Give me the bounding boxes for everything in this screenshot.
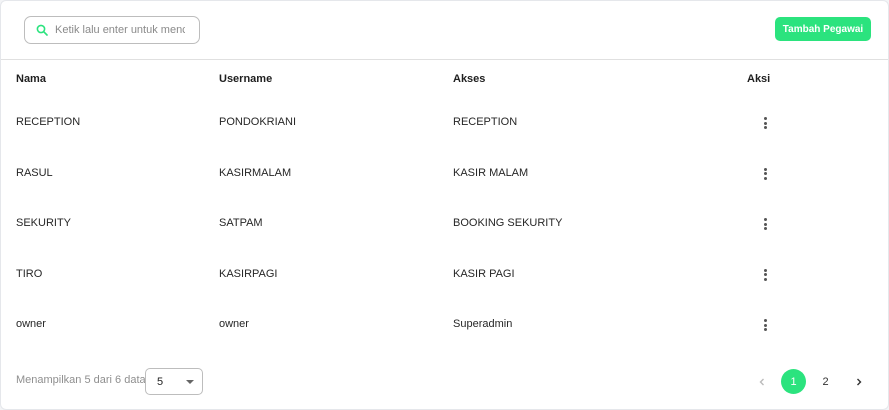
cell-nama: TIRO [16, 267, 43, 280]
table-row: SEKURITY SATPAM BOOKING SEKURITY [1, 198, 888, 249]
cell-aksi [747, 97, 888, 148]
more-vertical-icon[interactable] [755, 164, 775, 184]
search-icon [36, 24, 48, 36]
page-button-2[interactable]: 2 [813, 369, 838, 394]
cell-aksi [747, 299, 888, 350]
employee-table: Nama Username Akses Aksi RECEPTION PONDO… [1, 61, 888, 350]
column-header-akses: Akses [453, 73, 486, 85]
more-vertical-icon[interactable] [755, 265, 775, 285]
cell-nama: RECEPTION [16, 116, 81, 129]
cell-aksi [747, 148, 888, 199]
caret-down-icon [186, 380, 194, 384]
cell-aksi [747, 198, 888, 249]
column-header-nama: Nama [16, 73, 46, 85]
table-row: RECEPTION PONDOKRIANI RECEPTION [1, 97, 888, 148]
table-row: owner owner Superadmin [1, 299, 888, 350]
more-vertical-icon[interactable] [755, 113, 775, 133]
column-header-username: Username [219, 73, 273, 85]
cell-username: PONDOKRIANI [219, 116, 297, 129]
employee-card: Tambah Pegawai Nama Username Akses Aksi … [0, 0, 889, 410]
table-row: TIRO KASIRPAGI KASIR PAGI [1, 249, 888, 300]
cell-aksi [747, 249, 888, 300]
cell-username: KASIRPAGI [219, 267, 278, 280]
search-input[interactable] [55, 24, 185, 36]
toolbar: Tambah Pegawai [1, 1, 888, 60]
more-vertical-icon[interactable] [755, 315, 775, 335]
add-employee-button[interactable]: Tambah Pegawai [775, 17, 871, 41]
search-box[interactable] [24, 16, 200, 44]
page-size-value: 5 [157, 375, 164, 388]
cell-username: SATPAM [219, 217, 263, 230]
table-row: RASUL KASIRMALAM KASIR MALAM [1, 148, 888, 199]
cell-nama: owner [16, 318, 46, 331]
cell-akses: Superadmin [453, 318, 513, 331]
cell-username: owner [219, 318, 249, 331]
page-size-select[interactable]: 5 [145, 368, 203, 395]
column-header-aksi: Aksi [747, 73, 771, 85]
chevron-right-icon [856, 378, 861, 385]
prev-page-button[interactable] [749, 369, 774, 394]
cell-nama: RASUL [16, 166, 53, 179]
cell-akses: BOOKING SEKURITY [453, 217, 563, 230]
cell-akses: KASIR MALAM [453, 166, 529, 179]
pagination-info: Menampilkan 5 dari 6 data [16, 374, 146, 386]
table-header-row: Nama Username Akses Aksi [1, 61, 888, 97]
cell-username: KASIRMALAM [219, 166, 292, 179]
page-button-1[interactable]: 1 [781, 369, 806, 394]
chevron-left-icon [759, 378, 764, 385]
next-page-button[interactable] [846, 369, 871, 394]
more-vertical-icon[interactable] [755, 214, 775, 234]
cell-akses: RECEPTION [453, 116, 518, 129]
cell-nama: SEKURITY [16, 217, 72, 230]
cell-akses: KASIR PAGI [453, 267, 515, 280]
